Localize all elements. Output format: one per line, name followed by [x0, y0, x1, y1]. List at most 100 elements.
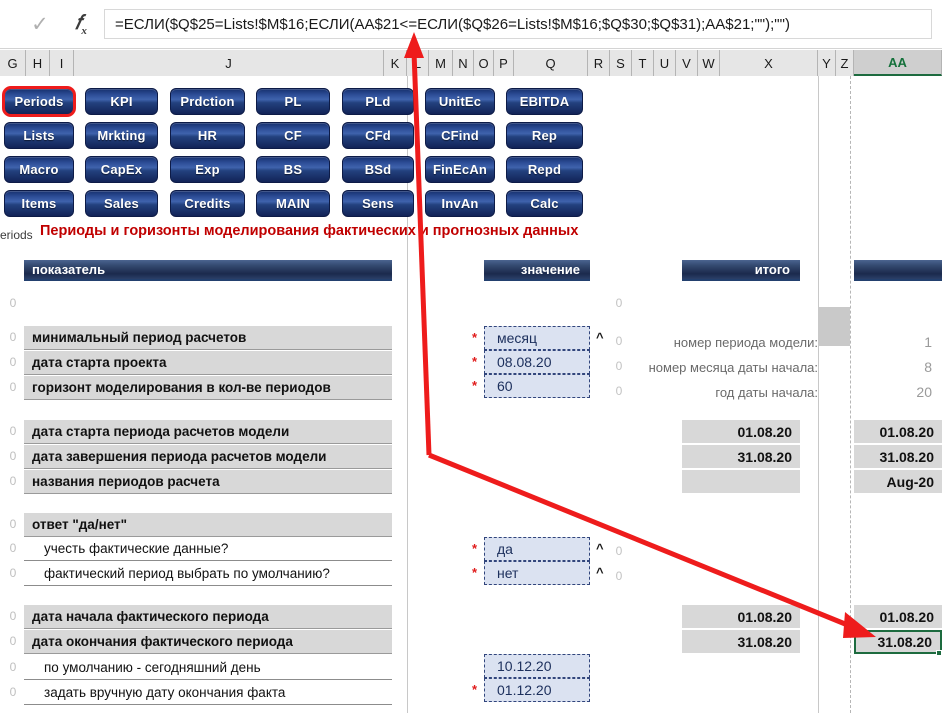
nav-button-exp[interactable]: Exp [170, 156, 245, 183]
nav-button-credits[interactable]: Credits [170, 190, 245, 217]
dropdown-caret-icon[interactable]: ^ [596, 565, 604, 580]
total-value-cell[interactable]: 01.08.20 [682, 420, 800, 444]
total-value-cell[interactable]: 01.08.20 [682, 605, 800, 629]
row-marker-zero: 0 [615, 296, 623, 310]
indicator-label-row[interactable]: дата старта периода расчетов модели [24, 420, 392, 444]
check-icon[interactable]: ✓ [31, 14, 49, 35]
nav-button-finecan[interactable]: FinEcAn [425, 156, 495, 183]
nav-button-cfind[interactable]: CFind [425, 122, 495, 149]
nav-button-bs[interactable]: BS [256, 156, 330, 183]
fx-icon[interactable]: 𝑓x [75, 12, 87, 37]
column-header-row: G H I J K L M N O P Q R S T U V W X Y Z AA [0, 50, 942, 76]
column-header-Y[interactable]: Y [818, 50, 836, 76]
nav-button-kpi[interactable]: KPI [85, 88, 158, 115]
input-cell[interactable]: 01.12.20 [484, 678, 590, 702]
required-asterisk-icon: * [472, 682, 478, 697]
sub-label-row[interactable]: задать вручную дату окончания факта [24, 681, 392, 705]
dropdown-caret-icon[interactable]: ^ [596, 330, 604, 345]
nav-button-periods[interactable]: Periods [2, 86, 76, 117]
column-header-J[interactable]: J [74, 50, 384, 76]
nav-button-capex[interactable]: CapEx [85, 156, 158, 183]
column-header-S[interactable]: S [610, 50, 632, 76]
indicator-label-row[interactable]: дата начала фактического периода [24, 605, 392, 629]
nav-button-repd[interactable]: Repd [506, 156, 583, 183]
column-header-G[interactable]: G [0, 50, 26, 76]
period-value-cell[interactable]: Aug-20 [854, 470, 942, 494]
total-value-cell[interactable]: 31.08.20 [682, 445, 800, 469]
nav-button-bsd[interactable]: BSd [342, 156, 414, 183]
formula-bar: ✓ 𝑓x =ЕСЛИ($Q$25=Lists!$M$16;ЕСЛИ(AA$21<… [0, 0, 942, 49]
nav-button-items[interactable]: Items [4, 190, 74, 217]
nav-button-main[interactable]: MAIN [256, 190, 330, 217]
descriptive-value: 1 [924, 334, 932, 350]
header-indicator: показатель [24, 260, 392, 281]
column-header-I[interactable]: I [50, 50, 74, 76]
input-cell[interactable]: 10.12.20 [484, 654, 590, 678]
sheet-tag-label: eriods [0, 228, 33, 242]
nav-button-invan[interactable]: InvAn [425, 190, 495, 217]
nav-button-rep[interactable]: Rep [506, 122, 583, 149]
nav-button-lists[interactable]: Lists [4, 122, 74, 149]
nav-button-prdction[interactable]: Prdction [170, 88, 245, 115]
nav-button-cf[interactable]: CF [256, 122, 330, 149]
row-marker-zero: 0 [9, 355, 17, 369]
indicator-label-row[interactable]: ответ "да/нет" [24, 513, 392, 537]
nav-button-sens[interactable]: Sens [342, 190, 414, 217]
print-area-divider [850, 76, 851, 713]
indicator-label-row[interactable]: минимальный период расчетов [24, 326, 392, 350]
nav-button-pl[interactable]: PL [256, 88, 330, 115]
formula-input[interactable]: =ЕСЛИ($Q$25=Lists!$M$16;ЕСЛИ(AA$21<=ЕСЛИ… [104, 9, 932, 39]
row-marker-zero: 0 [9, 541, 17, 555]
column-header-T[interactable]: T [632, 50, 654, 76]
dropdown-caret-icon[interactable]: ^ [596, 541, 604, 556]
column-header-M[interactable]: M [429, 50, 453, 76]
column-header-Z[interactable]: Z [836, 50, 854, 76]
nav-button-mrkting[interactable]: Mrkting [85, 122, 158, 149]
descriptive-label: номер месяца даты начала: [648, 359, 818, 375]
period-value-cell[interactable]: 01.08.20 [854, 605, 942, 629]
total-value-cell[interactable]: 31.08.20 [682, 630, 800, 654]
nav-button-sales[interactable]: Sales [85, 190, 158, 217]
total-value-cell[interactable] [682, 470, 800, 494]
nav-button-ebitda[interactable]: EBITDA [506, 88, 583, 115]
indicator-label-row[interactable]: названия периодов расчета [24, 470, 392, 494]
column-header-X[interactable]: X [720, 50, 818, 76]
column-header-Q[interactable]: Q [514, 50, 588, 76]
period-value-cell[interactable]: 31.08.20 [854, 445, 942, 469]
indicator-label-row[interactable]: горизонт моделирования в кол-ве периодов [24, 376, 392, 400]
nav-button-cfd[interactable]: CFd [342, 122, 414, 149]
sub-label-row[interactable]: по умолчанию - сегодняшний день [24, 656, 392, 680]
column-header-N[interactable]: N [453, 50, 474, 76]
column-header-R[interactable]: R [588, 50, 610, 76]
input-cell[interactable]: месяц [484, 326, 590, 350]
column-header-P[interactable]: P [494, 50, 514, 76]
column-header-O[interactable]: O [474, 50, 494, 76]
selected-cell[interactable]: 31.08.20 [854, 630, 942, 654]
sub-label-row[interactable]: фактический период выбрать по умолчанию? [24, 562, 392, 586]
sub-label-row[interactable]: учесть фактические данные? [24, 537, 392, 561]
column-header-L[interactable]: L [407, 50, 429, 76]
indicator-label-row[interactable]: дата старта проекта [24, 351, 392, 375]
input-cell[interactable]: 08.08.20 [484, 350, 590, 374]
input-cell[interactable]: нет [484, 561, 590, 585]
period-value-cell[interactable]: 01.08.20 [854, 420, 942, 444]
column-header-K[interactable]: K [384, 50, 407, 76]
nav-button-unitec[interactable]: UnitEc [425, 88, 495, 115]
nav-button-calc[interactable]: Calc [506, 190, 583, 217]
input-cell[interactable]: 60 [484, 374, 590, 398]
indicator-label-row[interactable]: дата окончания фактического периода [24, 630, 392, 654]
nav-button-hr[interactable]: HR [170, 122, 245, 149]
column-header-U[interactable]: U [654, 50, 676, 76]
input-cell[interactable]: да [484, 537, 590, 561]
column-header-H[interactable]: H [26, 50, 50, 76]
row-marker-zero: 0 [9, 609, 17, 623]
nav-button-pld[interactable]: PLd [342, 88, 414, 115]
row-marker-zero: 0 [9, 424, 17, 438]
column-header-V[interactable]: V [676, 50, 698, 76]
nav-button-macro[interactable]: Macro [4, 156, 74, 183]
indicator-label-row[interactable]: дата завершения периода расчетов модели [24, 445, 392, 469]
row-marker-zero: 0 [9, 330, 17, 344]
fill-handle[interactable] [936, 650, 942, 656]
column-header-W[interactable]: W [698, 50, 720, 76]
column-header-AA[interactable]: AA [854, 50, 942, 76]
